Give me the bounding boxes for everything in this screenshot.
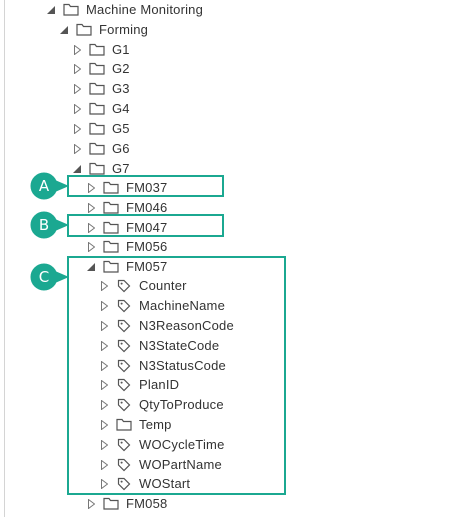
- collapsed-triangle-icon[interactable]: [70, 139, 84, 158]
- folder-icon: [102, 237, 120, 256]
- collapsed-triangle-icon[interactable]: [70, 40, 84, 59]
- highlight-box-c: [67, 256, 286, 495]
- collapsed-triangle-icon[interactable]: [84, 494, 98, 513]
- callout-c: C: [29, 262, 69, 292]
- tree-node-forming[interactable]: Forming: [57, 20, 148, 39]
- tree-node-fm058[interactable]: FM058: [84, 494, 167, 513]
- expanded-triangle-icon[interactable]: [57, 20, 71, 39]
- tree-node-g1[interactable]: G1: [70, 40, 130, 59]
- highlight-box-a: [67, 175, 224, 197]
- tree-guide-line: [4, 0, 5, 517]
- node-label: FM058: [126, 496, 168, 511]
- node-label: FM046: [126, 200, 168, 215]
- tree-node-g6[interactable]: G6: [70, 139, 130, 158]
- highlight-box-b: [67, 214, 224, 237]
- tree-node-g2[interactable]: G2: [70, 59, 130, 78]
- tree-node-fm056[interactable]: FM056: [84, 237, 167, 256]
- collapsed-triangle-icon[interactable]: [70, 99, 84, 118]
- callout-a: A: [29, 171, 69, 201]
- tree-node-machine-monitoring[interactable]: Machine Monitoring: [44, 0, 203, 19]
- node-label: G7: [112, 161, 130, 176]
- node-label: FM056: [126, 239, 168, 254]
- callout-label: A: [38, 177, 50, 195]
- expanded-triangle-icon[interactable]: [44, 0, 58, 19]
- node-label: G4: [112, 101, 130, 116]
- callout-label: B: [38, 216, 50, 234]
- folder-icon: [88, 99, 106, 118]
- folder-icon: [75, 20, 93, 39]
- node-label: G1: [112, 42, 130, 57]
- folder-icon: [88, 139, 106, 158]
- node-label: G5: [112, 121, 130, 136]
- tree-node-g4[interactable]: G4: [70, 99, 130, 118]
- node-label: Forming: [99, 22, 149, 37]
- node-label: Machine Monitoring: [86, 2, 204, 17]
- folder-icon: [88, 79, 106, 98]
- tree-node-g5[interactable]: G5: [70, 119, 130, 138]
- node-label: G3: [112, 81, 130, 96]
- collapsed-triangle-icon[interactable]: [70, 119, 84, 138]
- folder-icon: [88, 59, 106, 78]
- collapsed-triangle-icon[interactable]: [70, 79, 84, 98]
- folder-icon: [88, 40, 106, 59]
- node-label: G2: [112, 61, 130, 76]
- tree-node-g3[interactable]: G3: [70, 79, 130, 98]
- folder-icon: [62, 0, 80, 19]
- callout-b: B: [29, 210, 69, 240]
- collapsed-triangle-icon[interactable]: [84, 237, 98, 256]
- folder-icon: [102, 494, 120, 513]
- node-label: G6: [112, 141, 130, 156]
- collapsed-triangle-icon[interactable]: [70, 59, 84, 78]
- folder-icon: [88, 119, 106, 138]
- callout-label: C: [38, 268, 50, 286]
